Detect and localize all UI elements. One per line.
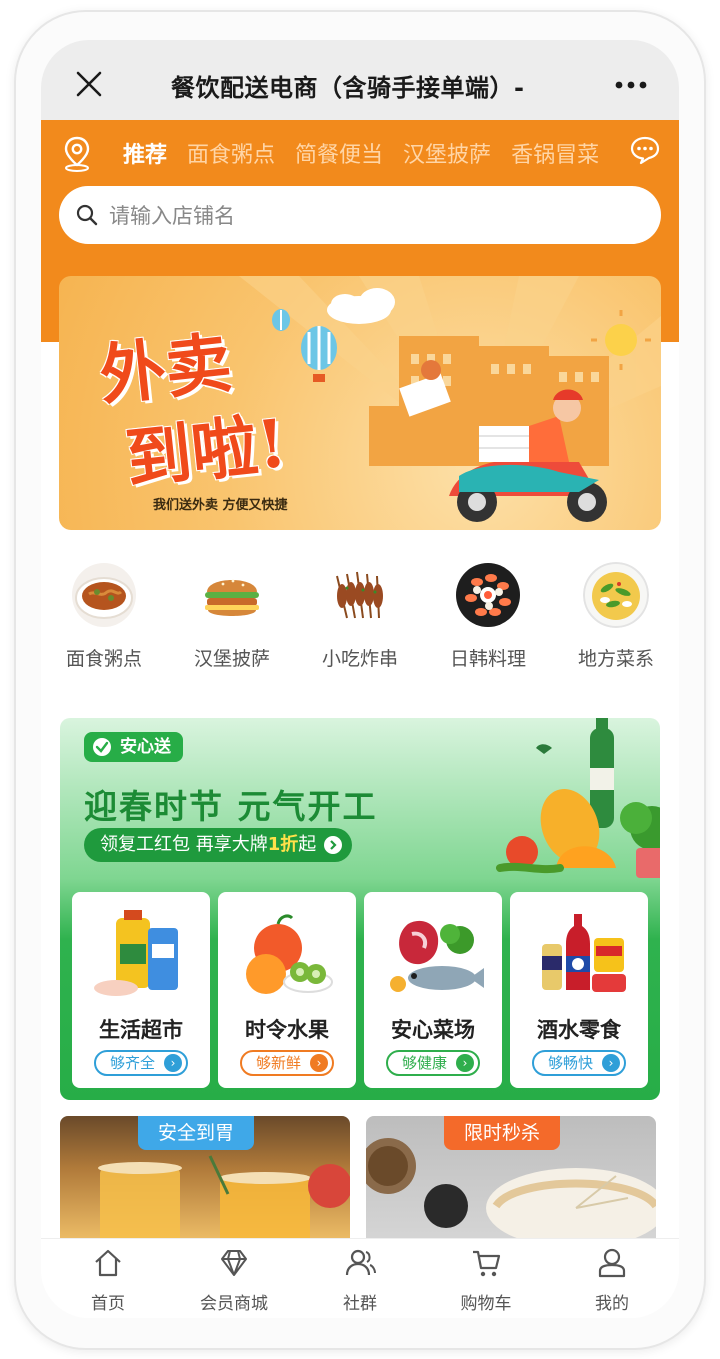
- tab-profile[interactable]: 我的: [557, 1239, 667, 1318]
- feature-card-flash-sale[interactable]: 限时秒杀: [366, 1116, 656, 1246]
- card-title: 安心菜场: [391, 1018, 475, 1042]
- safe-delivery-badge: 安心送: [84, 732, 183, 762]
- tab-label: 我的: [595, 1294, 629, 1314]
- groceries-illustration: [496, 718, 660, 878]
- tab-label: 会员商城: [200, 1294, 268, 1314]
- promo-subtitle-suffix: 起: [298, 834, 317, 855]
- search-icon: [76, 204, 98, 226]
- chevron-right-icon: ›: [456, 1054, 474, 1072]
- community-icon: [345, 1249, 376, 1276]
- feature-tag: 安全到胃: [138, 1116, 255, 1150]
- message-icon[interactable]: [629, 135, 661, 165]
- tab-burger-pizza[interactable]: 汉堡披萨: [403, 137, 491, 169]
- card-title: 时令水果: [245, 1018, 329, 1042]
- drinks-snacks-icon: [542, 914, 626, 992]
- card-tag[interactable]: 够健康 ›: [386, 1050, 480, 1076]
- tab-label: 社群: [343, 1294, 377, 1314]
- burger-icon: [205, 579, 259, 616]
- card-tag[interactable]: 够新鲜 ›: [240, 1050, 334, 1076]
- promo-card-fruit[interactable]: 时令水果 够新鲜 ›: [218, 892, 356, 1088]
- search-bar[interactable]: 请输入店铺名: [59, 186, 661, 244]
- location-pin-icon[interactable]: [61, 135, 93, 173]
- tab-label: 购物车: [460, 1294, 512, 1314]
- category-local-cuisine[interactable]: 地方菜系: [561, 560, 671, 680]
- local-dish-icon: [583, 562, 649, 628]
- tab-noodles-porridge[interactable]: 面食粥点: [187, 137, 275, 169]
- card-tag-label: 够健康: [402, 1054, 448, 1072]
- shield-check-icon: [93, 738, 111, 756]
- chevron-right-icon: ›: [310, 1054, 328, 1072]
- window-title: 餐饮配送电商（含骑手接单端）-: [171, 74, 525, 102]
- promo-card-market[interactable]: 安心菜场 够健康 ›: [364, 892, 502, 1088]
- chevron-right-icon: ›: [602, 1054, 620, 1072]
- promo-card-drinks[interactable]: 酒水零食 够畅快 ›: [510, 892, 648, 1088]
- chevron-right-icon: ›: [164, 1054, 182, 1072]
- close-icon[interactable]: [75, 70, 103, 98]
- category-burger[interactable]: 汉堡披萨: [177, 560, 287, 680]
- title-bar: 餐饮配送电商（含骑手接单端）-: [41, 40, 679, 120]
- cart-icon: [473, 1250, 501, 1277]
- tab-label: 首页: [91, 1294, 125, 1314]
- category-japanese-korean[interactable]: 日韩料理: [433, 560, 543, 680]
- card-tag[interactable]: 够畅快 ›: [532, 1050, 626, 1076]
- tab-cart[interactable]: 购物车: [431, 1239, 541, 1318]
- card-title: 酒水零食: [537, 1018, 621, 1042]
- card-tag[interactable]: 够齐全 ›: [94, 1050, 188, 1076]
- title-fade: [531, 68, 571, 104]
- category-label: 地方菜系: [577, 648, 654, 670]
- diamond-icon: [221, 1250, 247, 1276]
- promo-discount-highlight: 1折: [267, 834, 299, 855]
- more-options-icon[interactable]: [615, 78, 647, 92]
- category-label: 日韩料理: [449, 648, 526, 670]
- skewers-icon: [328, 563, 392, 627]
- app-screen: 餐饮配送电商（含骑手接单端）- 推荐 面食粥点 简餐便当 汉堡披萨 香锅冒菜 请输入店铺…: [41, 40, 679, 1318]
- noodle-bowl-icon: [72, 563, 136, 627]
- green-promo-section[interactable]: 安心送 迎春时节 元气开工 领复工红包 再享大牌1折起 生活超市 够齐全 › 时…: [60, 718, 660, 1100]
- promo-subtitle-prefix: 领复工红包 再享大牌: [100, 834, 268, 855]
- promo-title: 迎春时节 元气开工: [84, 787, 378, 826]
- tab-simple-meals[interactable]: 简餐便当: [295, 137, 383, 169]
- tab-member-mall[interactable]: 会员商城: [179, 1239, 289, 1318]
- tab-spicy-pot[interactable]: 香锅冒菜: [511, 137, 599, 169]
- card-tag-label: 够畅快: [548, 1054, 594, 1072]
- category-label: 面食粥点: [65, 648, 142, 670]
- card-tag-label: 够新鲜: [256, 1054, 302, 1072]
- feature-card-safe[interactable]: 安全到胃: [60, 1116, 350, 1246]
- card-tag-label: 够齐全: [110, 1054, 156, 1072]
- tab-home[interactable]: 首页: [53, 1239, 163, 1318]
- feature-tag: 限时秒杀: [444, 1116, 561, 1150]
- arrow-right-icon: [324, 836, 343, 854]
- banner-headline-2: 到啦!: [121, 403, 291, 499]
- banner-subtitle: 我们送外卖 方便又快捷: [153, 498, 288, 513]
- category-label: 汉堡披萨: [193, 648, 270, 670]
- category-grid: 面食粥点 汉堡披萨 小吃炸串 日韩料理 地方菜系: [41, 560, 679, 680]
- fruit-icon: [246, 914, 333, 994]
- tab-community[interactable]: 社群: [305, 1239, 415, 1318]
- promo-banner[interactable]: 外卖 到啦! 我们送外卖 方便又快捷: [59, 276, 661, 530]
- meat-fish-icon: [390, 920, 484, 992]
- sushi-icon: [456, 563, 520, 627]
- bottom-tab-bar: 首页 会员商城 社群 购物车 我的: [41, 1238, 679, 1318]
- category-skewers[interactable]: 小吃炸串: [305, 560, 415, 680]
- profile-icon: [598, 1248, 626, 1278]
- tab-recommend[interactable]: 推荐: [123, 137, 167, 169]
- category-tabs: 推荐 面食粥点 简餐便当 汉堡披萨 香锅冒菜: [123, 137, 623, 171]
- home-icon: [95, 1249, 121, 1277]
- promo-subtitle-pill[interactable]: 领复工红包 再享大牌1折起: [84, 828, 353, 862]
- category-label: 小吃炸串: [321, 648, 398, 670]
- promo-card-supermarket[interactable]: 生活超市 够齐全 ›: [72, 892, 210, 1088]
- search-placeholder: 请输入店铺名: [109, 204, 235, 228]
- supermarket-goods-icon: [94, 910, 178, 996]
- category-noodles[interactable]: 面食粥点: [49, 560, 159, 680]
- badge-label: 安心送: [120, 737, 171, 757]
- card-title: 生活超市: [99, 1018, 183, 1042]
